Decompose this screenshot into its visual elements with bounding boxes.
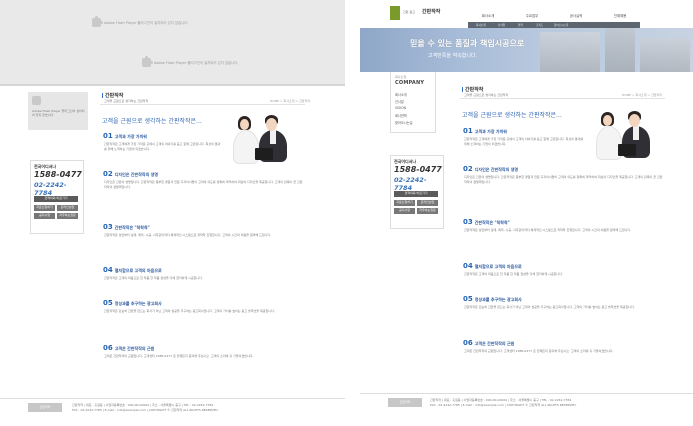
notice-button[interactable]: 공지사항 <box>34 213 55 219</box>
hero-banner: 믿을 수 있는 품질과 책임시공으로 고객만족을 약속합니다. <box>360 28 693 72</box>
section-01-text: 간판작작은 고객에게 가장 가까운 곳에서 고객의 이야기를 듣고 함께 고민합… <box>464 137 584 146</box>
consult-button[interactable]: 온라인상담 <box>417 200 438 206</box>
page-title: 간판작작 <box>102 92 123 99</box>
sub-nav-item[interactable]: 연혁 <box>518 23 523 27</box>
footer-divider <box>0 398 345 399</box>
section-01-text: 간판작작은 고객에게 가장 가까운 곳에서 고객의 이야기를 듣고 함께 고민합… <box>104 142 221 151</box>
sub-nav-item[interactable]: 찾아오시는길 <box>554 23 568 27</box>
staff-photo <box>225 108 295 164</box>
left-nav: 회사소개 COMPANY 회사소개 인사말 VISION 회사연혁 찾아오시는길 <box>390 72 436 133</box>
divider <box>460 98 665 99</box>
flash-notice: Adobe Flash Player 플러그인이 설치되어 있지 않습니다. <box>92 16 189 27</box>
sub-nav-item[interactable]: 조직도 <box>536 23 543 27</box>
gnb-company[interactable]: 회사소개 <box>468 13 508 18</box>
faq-button[interactable]: 자주하는질문 <box>57 213 78 219</box>
section-05-heading: 05 정성과를 추구하는 광고회사 <box>463 295 522 303</box>
request-button[interactable]: 자료신청하기 <box>34 205 55 211</box>
footer-text-2: FAX : 02-2242-7785 | E-mail : info@examp… <box>72 408 219 412</box>
divider <box>100 104 305 105</box>
section-05-heading: 05 정성과를 추구하는 광고회사 <box>103 299 162 307</box>
flash-placeholder-top <box>0 0 345 84</box>
footer-divider <box>360 393 693 394</box>
section-05-text: 간판작작은 단순히 간판을 만드는 회사가 아닌 고객의 성공을 추구하는 광고… <box>104 309 275 313</box>
hero-headline: 믿을 수 있는 품질과 책임시공으로 <box>410 39 525 48</box>
section-04-heading: 04 철저함으로 고객의 마음으로 <box>463 262 522 270</box>
section-03-heading: 03 간판작작은 "착착착" <box>103 223 150 231</box>
section-02-heading: 02 디자인은 간판작작의 생명 <box>463 165 519 173</box>
header: 간판 광고 간판작작 회사소개 주요업무 공사실적 인재채용 <box>360 0 693 24</box>
lnb-item[interactable]: 회사연혁 <box>395 113 407 118</box>
puzzle-icon <box>142 56 153 67</box>
section-04-text: 간판작작은 고객의 마음으로 한 작품 한 작품 정성을 다해 철저하게 시공합… <box>464 272 563 276</box>
section-02-heading: 02 디자인은 간판작작의 생명 <box>103 170 159 178</box>
puzzle-icon <box>32 96 41 105</box>
footer-logo: 간판작작 <box>28 403 62 412</box>
contact-box: 전국어디서나 1588-0477 02-2242-7784 견적의뢰 바로가기 … <box>30 160 84 234</box>
left-mockup: Adobe Flash Player 플러그인이 설치되어 있지 않습니다. A… <box>0 0 345 426</box>
slogan: 고객을 근원으로 생각하는 간판작작은... <box>102 118 202 125</box>
section-01-heading: 01 고객과 가장 가까워 <box>103 132 147 140</box>
breadcrumb: HOME > 회사소개 > 간판작작 <box>270 99 311 103</box>
puzzle-icon <box>92 16 103 27</box>
footer-logo: 간판작작 <box>388 398 422 407</box>
quote-button[interactable]: 견적의뢰 바로가기 <box>394 191 438 197</box>
divider <box>0 84 345 86</box>
logo-icon[interactable] <box>390 6 400 20</box>
section-02-text: 디자인은 간판의 생명입니다. 간판작작은 풍부한 경험과 전문 디자이너들이 … <box>464 175 663 184</box>
section-02-text: 디자인은 간판의 생명입니다. 간판작작은 풍부한 경험과 전문 디자이너들이 … <box>104 180 303 189</box>
logo[interactable]: 간판작작 <box>422 8 440 15</box>
footer-text-2: FAX : 02-2242-7785 | E-mail : info@examp… <box>430 403 577 407</box>
lnb-item[interactable]: VISION <box>395 106 406 110</box>
footer-text-1: 간판작작 | 대표 : 홍길동 | 사업자등록번호 : 000-00-00000… <box>72 403 214 407</box>
slogan: 고객을 근원으로 생각하는 간판작작은... <box>462 112 562 119</box>
lnb-item[interactable]: 회사소개 <box>395 92 407 97</box>
section-06-heading: 06 고객은 간판작작의 근원 <box>463 339 515 347</box>
gnb-portfolio[interactable]: 공사실적 <box>556 13 596 18</box>
consult-button[interactable]: 온라인상담 <box>57 205 78 211</box>
section-06-text: 고객은 간판작작의 근원입니다. 고객센터 1588-0477 로 언제든지 문… <box>104 354 254 358</box>
section-06-heading: 06 고객은 간판작작의 근원 <box>103 344 155 352</box>
page-subtitle: 고객을 근원으로 생각하는 간판작작 <box>104 99 149 103</box>
gnb-business[interactable]: 주요업무 <box>512 13 552 18</box>
gnb-recruit[interactable]: 인재채용 <box>600 13 640 18</box>
section-03-text: 간판작작은 상담부터 설계, 제작, 시공, 사후관리까지 체계적인 시스템으로… <box>104 233 272 237</box>
section-04-text: 간판작작은 고객의 마음으로 한 작품 한 작품 정성을 다해 철저하게 시공합… <box>104 276 203 280</box>
notice-button[interactable]: 공지사항 <box>394 208 415 214</box>
hero-subline: 고객만족을 약속합니다. <box>428 53 478 59</box>
right-mockup: 간판 광고 간판작작 회사소개 주요업무 공사실적 인재채용 회사소개 인사말 … <box>360 0 693 426</box>
page-subtitle: 고객을 근원으로 생각하는 간판작작 <box>464 93 509 97</box>
section-03-heading: 03 간판작작은 "착착착" <box>463 218 510 226</box>
page-title: 간판작작 <box>462 86 483 93</box>
lnb-item[interactable]: 인사말 <box>395 99 404 104</box>
request-button[interactable]: 자료신청하기 <box>394 200 415 206</box>
sidebar-flash-placeholder: Adobe Flash Player 플러그인이 설치되어 있지 않습니다. <box>28 92 88 130</box>
section-04-heading: 04 철저함으로 고객의 마음으로 <box>103 266 162 274</box>
quote-button[interactable]: 견적의뢰 바로가기 <box>34 196 78 202</box>
lnb-item[interactable]: 찾아오시는길 <box>395 120 413 125</box>
sub-nav-item[interactable]: 회사소개 <box>476 23 486 27</box>
staff-photo <box>588 104 658 160</box>
sub-nav-item[interactable]: 인사말 <box>498 23 505 27</box>
footer-text-1: 간판작작 | 대표 : 홍길동 | 사업자등록번호 : 000-00-00000… <box>430 398 572 402</box>
section-05-text: 간판작작은 단순히 간판을 만드는 회사가 아닌 고객의 성공을 추구하는 광고… <box>464 305 635 309</box>
contact-box: 전국어디서나 1588-0477 02-2242-7784 견적의뢰 바로가기 … <box>390 155 444 229</box>
section-06-text: 고객은 간판작작의 근원입니다. 고객센터 1588-0477 로 언제든지 문… <box>464 349 614 353</box>
flash-notice: Adobe Flash Player 플러그인이 설치되어 있지 않습니다. <box>142 56 239 67</box>
section-01-heading: 01 고객과 가장 가까워 <box>463 127 507 135</box>
faq-button[interactable]: 자주하는질문 <box>417 208 438 214</box>
section-03-text: 간판작작은 상담부터 설계, 제작, 시공, 사후관리까지 체계적인 시스템으로… <box>464 228 632 232</box>
breadcrumb: HOME > 회사소개 > 간판작작 <box>622 93 663 97</box>
